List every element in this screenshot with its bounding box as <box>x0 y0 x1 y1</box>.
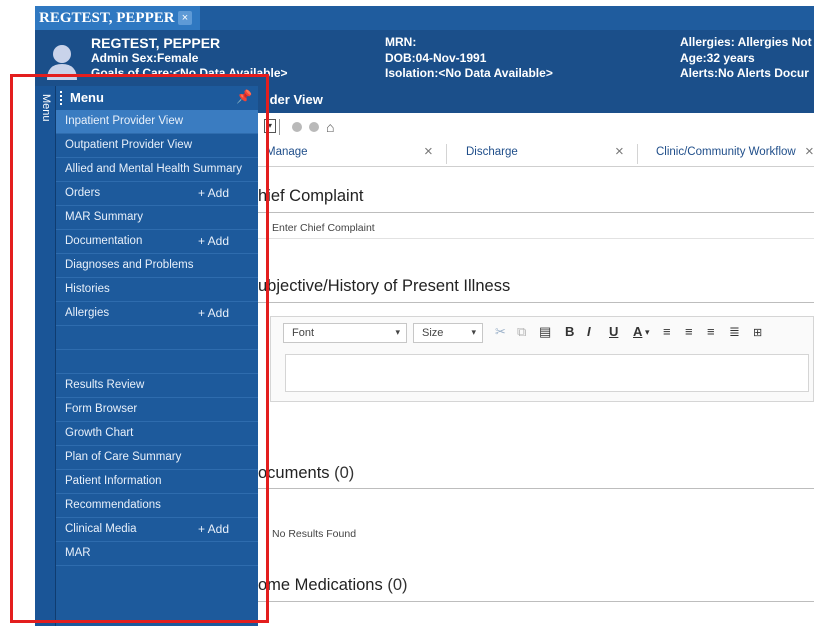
align-right-icon[interactable]: ≡ <box>707 324 715 339</box>
field-rule <box>258 238 814 239</box>
documents-count: (0) <box>334 464 355 482</box>
view-title-bar: ider View <box>258 86 814 113</box>
underline-button[interactable]: U <box>609 324 618 339</box>
chevron-down-icon[interactable]: ▾ <box>645 327 650 338</box>
align-center-icon[interactable]: ≡ <box>685 324 693 339</box>
section-rule <box>258 601 814 602</box>
isolation: Isolation:<No Data Available> <box>385 66 553 80</box>
close-manage-tab-icon[interactable]: × <box>424 143 433 160</box>
size-select-value: Size <box>422 327 444 339</box>
bold-button[interactable]: B <box>565 324 574 339</box>
tab-divider <box>446 144 447 164</box>
chevron-down-icon: ▾ <box>471 327 476 337</box>
chevron-down-icon: ▾ <box>395 327 400 337</box>
allergies-info: Allergies: Allergies Not <box>680 35 812 49</box>
home-medications-title: ome Medications <box>258 576 383 594</box>
patient-tab[interactable]: REGTEST, PEPPER × <box>35 6 200 30</box>
alerts: Alerts:No Alerts Docur <box>680 66 809 80</box>
font-select[interactable]: Font ▾ <box>283 323 407 343</box>
documents-heading: ocuments (0) <box>258 464 354 483</box>
back-icon[interactable] <box>292 122 302 132</box>
home-icon[interactable]: ⌂ <box>326 119 334 135</box>
toolbar-divider <box>279 119 280 135</box>
patient-tab-name: REGTEST, PEPPER <box>39 10 175 26</box>
chief-complaint-input[interactable]: Enter Chief Complaint <box>272 222 375 234</box>
section-rule <box>258 488 814 489</box>
view-toolbar: ▾ ⌂ <box>258 113 814 141</box>
editor-toolbar: Font ▾ Size ▾ ✂ ⧉ ▤ B I U A ▾ ≡ ≡ ≡ ≣ ⊞ <box>271 317 814 349</box>
align-left-icon[interactable]: ≡ <box>663 324 671 339</box>
cut-icon[interactable]: ✂ <box>495 324 506 340</box>
copy-icon[interactable]: ⧉ <box>517 324 526 340</box>
italic-button[interactable]: I <box>587 324 591 339</box>
home-medications-heading: ome Medications (0) <box>258 576 408 595</box>
forward-icon[interactable] <box>309 122 319 132</box>
no-results-text: No Results Found <box>272 528 357 540</box>
hpi-text-area[interactable] <box>285 354 809 392</box>
patient-name: REGTEST, PEPPER <box>91 35 221 51</box>
section-rule <box>258 212 814 213</box>
hpi-editor: Font ▾ Size ▾ ✂ ⧉ ▤ B I U A ▾ ≡ ≡ ≡ ≣ ⊞ <box>270 316 814 402</box>
font-color-button[interactable]: A <box>633 324 642 339</box>
justify-icon[interactable]: ≣ <box>729 324 740 340</box>
close-discharge-tab-icon[interactable]: × <box>615 143 624 160</box>
main-content: ider View ▾ ⌂ Manage × Discharge × Clini… <box>258 86 814 626</box>
font-select-value: Font <box>292 327 315 339</box>
tab-clinic-community-workflow[interactable]: Clinic/Community Workflow <box>656 146 796 158</box>
highlight-box <box>10 74 269 623</box>
tab-divider <box>637 144 638 164</box>
paste-icon[interactable]: ▤ <box>539 324 551 340</box>
age: Age:32 years <box>680 51 755 65</box>
hpi-heading: ubjective/History of Present Illness <box>258 277 511 295</box>
workflow-tabs: Manage × Discharge × Clinic/Community Wo… <box>258 141 814 167</box>
close-tab-icon[interactable]: × <box>178 11 192 25</box>
view-title: ider View <box>266 92 323 107</box>
table-icon[interactable]: ⊞ <box>753 326 762 339</box>
home-medications-count: (0) <box>387 576 408 594</box>
size-select[interactable]: Size ▾ <box>413 323 483 343</box>
tab-manage[interactable]: Manage <box>266 146 308 158</box>
chief-complaint-heading: hief Complaint <box>258 187 364 205</box>
dob: DOB:04-Nov-1991 <box>385 51 487 65</box>
tab-discharge[interactable]: Discharge <box>466 146 518 158</box>
section-rule <box>258 302 814 303</box>
admin-sex: Admin Sex:Female <box>91 51 199 65</box>
mrn: MRN: <box>385 35 417 49</box>
close-clinic-tab-icon[interactable]: × <box>805 143 814 160</box>
